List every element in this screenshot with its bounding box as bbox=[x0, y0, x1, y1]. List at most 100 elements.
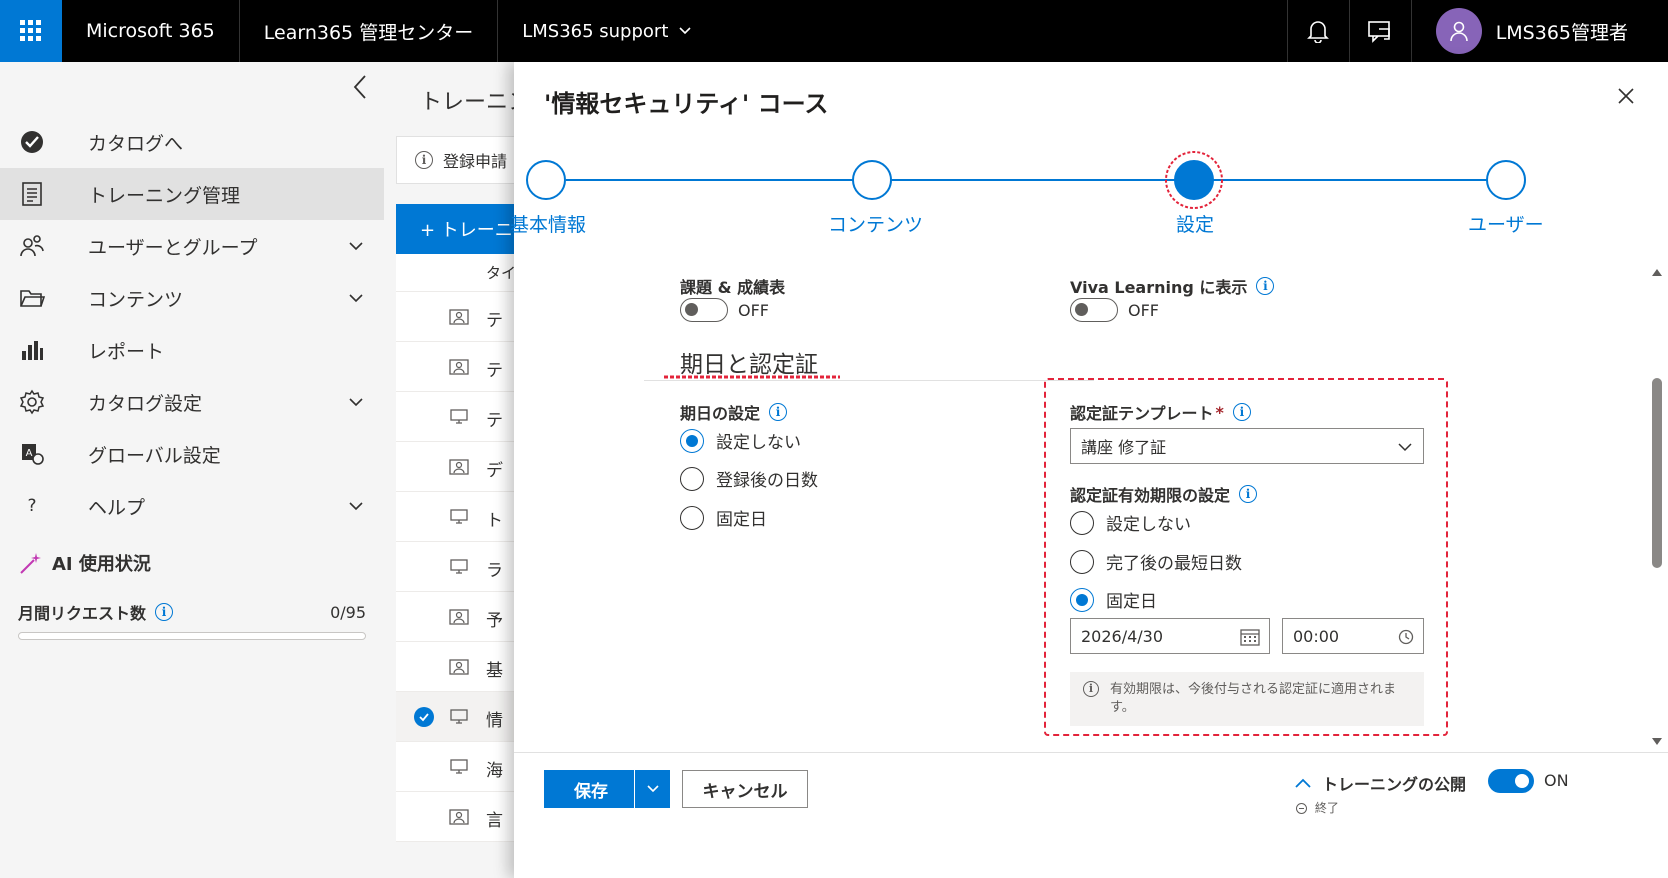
sidebar-item-label: カタログ設定 bbox=[88, 392, 203, 415]
sidebar-item-catalog[interactable]: カタログへ bbox=[0, 116, 384, 168]
tenant-selector[interactable]: LMS365 support bbox=[498, 0, 716, 62]
group-icon bbox=[449, 609, 469, 625]
account-menu[interactable]: LMS365管理者 bbox=[1410, 0, 1668, 62]
waffle-icon bbox=[20, 20, 41, 41]
step-label-content[interactable]: コンテンツ bbox=[828, 210, 923, 237]
notifications-button[interactable] bbox=[1286, 0, 1349, 62]
step-circle-content[interactable] bbox=[852, 160, 892, 200]
radio-selected bbox=[1070, 587, 1094, 612]
clock-icon[interactable] bbox=[1398, 629, 1414, 645]
catalog-icon bbox=[18, 128, 46, 156]
ai-usage-title: AI 使用状況 bbox=[52, 554, 151, 575]
expiry-label: 認定証有効期限の設定 i bbox=[1070, 482, 1258, 506]
sidebar-item-training[interactable]: トレーニング管理 bbox=[0, 168, 384, 220]
chevron-down-icon bbox=[1398, 443, 1412, 452]
divider bbox=[644, 380, 1094, 381]
add-training-button[interactable]: + トレーニング bbox=[396, 204, 526, 254]
assignments-label-text: 課題 & 成績表 bbox=[680, 278, 786, 297]
help-icon: ? bbox=[27, 496, 37, 516]
info-icon[interactable]: i bbox=[769, 403, 788, 421]
sidebar-item-global-settings[interactable]: A グローバル設定 bbox=[0, 428, 384, 480]
cancel-button[interactable]: キャンセル bbox=[682, 770, 808, 808]
info-icon[interactable]: i bbox=[155, 603, 174, 621]
info-icon[interactable]: i bbox=[1232, 403, 1251, 421]
row-title: テ bbox=[486, 361, 503, 381]
collapse-sidebar-button[interactable] bbox=[352, 74, 368, 104]
app-launcher-button[interactable] bbox=[0, 0, 62, 62]
sidebar-item-label: ユーザーとグループ bbox=[88, 236, 258, 259]
group-icon bbox=[449, 459, 469, 475]
viva-label-text: Viva Learning に表示 bbox=[1070, 278, 1248, 297]
step-circle-basic-info[interactable] bbox=[526, 160, 566, 200]
row-title: テ bbox=[486, 311, 503, 331]
table-row[interactable]: テ bbox=[396, 392, 526, 442]
sidebar-item-users[interactable]: ユーザーとグループ bbox=[0, 220, 384, 272]
step-label-basic-info[interactable]: 基本情報 bbox=[510, 210, 586, 237]
sidebar-item-catalog-settings[interactable]: カタログ設定 bbox=[0, 376, 384, 428]
table-row[interactable]: ト bbox=[396, 492, 526, 542]
monitor-icon bbox=[450, 509, 468, 524]
calendar-icon[interactable] bbox=[1240, 628, 1260, 646]
certificate-template-select[interactable]: 講座 修了証 bbox=[1070, 428, 1424, 464]
info-icon[interactable]: i bbox=[1256, 277, 1275, 295]
bell-icon bbox=[1307, 21, 1330, 43]
sidebar-item-label: コンテンツ bbox=[88, 288, 184, 311]
panel-title: '情報セキュリティ' コース bbox=[544, 90, 829, 118]
step-label-settings[interactable]: 設定 bbox=[1176, 210, 1214, 237]
admin-center-title[interactable]: Learn365 管理センター bbox=[240, 0, 499, 62]
table-row[interactable]: 基 bbox=[396, 642, 526, 692]
save-options-button[interactable] bbox=[634, 770, 670, 808]
sidebar-item-label: カタログへ bbox=[88, 132, 184, 155]
step-label-users[interactable]: ユーザー bbox=[1468, 210, 1544, 237]
gear-icon bbox=[18, 388, 46, 416]
expiry-option-min-days[interactable]: 完了後の最短日数 bbox=[1070, 549, 1242, 574]
close-button[interactable] bbox=[1618, 88, 1634, 108]
sidebar-item-help[interactable]: ? ヘルプ bbox=[0, 480, 384, 532]
table-row[interactable]: テ bbox=[396, 292, 526, 342]
table-header: タイ bbox=[396, 254, 526, 292]
step-circle-settings[interactable] bbox=[1174, 160, 1214, 200]
publish-status: 終了 bbox=[1296, 799, 1339, 816]
expiry-time-input[interactable]: 00:00 bbox=[1282, 618, 1424, 654]
table-row[interactable]: テ bbox=[396, 342, 526, 392]
table-row[interactable]: ラ bbox=[396, 542, 526, 592]
scroll-up-icon[interactable] bbox=[1650, 266, 1664, 278]
radio-label: 登録後の日数 bbox=[716, 471, 818, 491]
table-row[interactable]: 予 bbox=[396, 592, 526, 642]
feedback-icon bbox=[1368, 21, 1390, 43]
table-rows: テテテデトラ予基情海言 bbox=[396, 292, 526, 842]
publish-training-expander[interactable]: トレーニングの公開 bbox=[1294, 771, 1466, 795]
row-title: 海 bbox=[486, 761, 503, 781]
row-title: 予 bbox=[486, 611, 503, 631]
due-date-option-none[interactable]: 設定しない bbox=[680, 428, 801, 453]
sidebar-item-reports[interactable]: レポート bbox=[0, 324, 384, 376]
info-icon[interactable]: i bbox=[1239, 485, 1258, 503]
viva-toggle[interactable] bbox=[1070, 298, 1118, 322]
person-icon bbox=[1449, 21, 1468, 42]
table-row[interactable]: デ bbox=[396, 442, 526, 492]
assignments-toggle[interactable] bbox=[680, 298, 728, 322]
publish-toggle[interactable] bbox=[1488, 769, 1534, 793]
scroll-down-icon[interactable] bbox=[1650, 736, 1664, 748]
due-date-option-fixed[interactable]: 固定日 bbox=[680, 505, 767, 530]
expiry-notice: i 有効期限は、今後付与される認定証に適用されます。 bbox=[1070, 672, 1424, 726]
app-name[interactable]: Microsoft 365 bbox=[62, 0, 240, 62]
table-row[interactable]: 言 bbox=[396, 792, 526, 842]
step-circle-users[interactable] bbox=[1486, 160, 1526, 200]
save-button[interactable]: 保存 bbox=[544, 770, 670, 808]
table-row[interactable]: 情 bbox=[396, 692, 526, 742]
expiry-option-fixed[interactable]: 固定日 bbox=[1070, 587, 1157, 612]
expiry-option-none[interactable]: 設定しない bbox=[1070, 510, 1191, 535]
radio-circle bbox=[680, 466, 704, 491]
feedback-button[interactable] bbox=[1348, 0, 1411, 62]
expiry-date-input[interactable]: 2026/4/30 bbox=[1070, 618, 1270, 654]
due-date-option-days[interactable]: 登録後の日数 bbox=[680, 466, 818, 491]
certificate-template-label-text: 認定証テンプレート bbox=[1070, 404, 1214, 423]
magic-wand-icon bbox=[20, 553, 41, 574]
column-header-title[interactable]: タイ bbox=[486, 262, 516, 283]
sidebar-item-content[interactable]: コンテンツ bbox=[0, 272, 384, 324]
scroll-thumb[interactable] bbox=[1652, 378, 1662, 568]
row-selected-check-icon[interactable] bbox=[414, 707, 434, 727]
table-row[interactable]: 海 bbox=[396, 742, 526, 792]
user-name: LMS365管理者 bbox=[1495, 21, 1628, 44]
